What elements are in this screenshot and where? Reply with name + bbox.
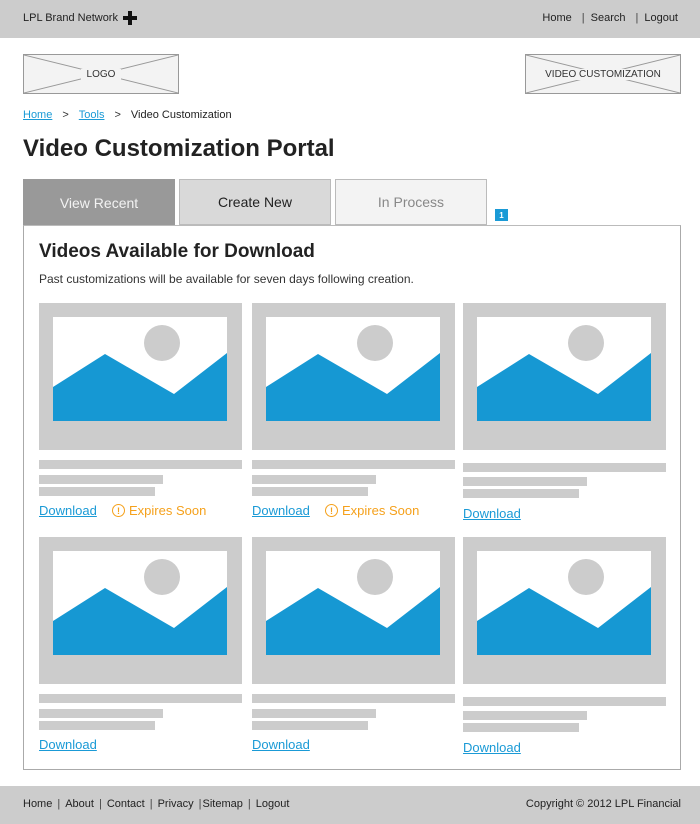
footer-nav: Home | About | Contact | Privacy | Sitem…: [23, 798, 289, 810]
copyright: Copyright © 2012 LPL Financial: [525, 798, 681, 810]
top-nav-home[interactable]: Home: [542, 12, 571, 24]
text-placeholder-bar: [463, 477, 587, 486]
title-placeholder-bar: [252, 460, 455, 469]
breadcrumb-home[interactable]: Home: [23, 109, 52, 121]
download-link[interactable]: Download: [252, 737, 310, 752]
plus-icon[interactable]: [123, 11, 137, 25]
tab-create-new[interactable]: Create New: [179, 179, 331, 225]
download-link[interactable]: Download: [463, 506, 521, 521]
breadcrumb-separator: >: [62, 109, 69, 121]
text-placeholder-bar: [463, 711, 587, 720]
text-placeholder-bar: [39, 721, 155, 730]
tab-label: Create New: [218, 194, 292, 210]
section-banner-placeholder: VIDEO CUSTOMIZATION: [525, 54, 681, 94]
top-nav-search[interactable]: Search: [591, 12, 626, 24]
videos-panel: Videos Available for Download Past custo…: [23, 225, 681, 770]
text-placeholder-bar: [39, 709, 163, 718]
title-placeholder-bar: [39, 694, 242, 703]
video-thumbnail[interactable]: [252, 537, 455, 684]
download-link[interactable]: Download: [39, 503, 97, 518]
separator: |: [57, 798, 61, 810]
brand-name: LPL Brand Network: [23, 12, 118, 24]
panel-title: Videos Available for Download: [39, 241, 315, 262]
text-placeholder-bar: [252, 709, 376, 718]
footer: Home | About | Contact | Privacy | Sitem…: [0, 786, 700, 824]
alert-circle-icon: !: [325, 504, 338, 517]
expires-soon-status: ! Expires Soon: [112, 503, 206, 518]
title-placeholder-bar: [39, 460, 242, 469]
separator: |: [247, 798, 251, 810]
download-link[interactable]: Download: [463, 740, 521, 755]
footer-link-about[interactable]: About: [65, 798, 94, 810]
breadcrumb-current: Video Customization: [130, 109, 232, 121]
section-banner-label: VIDEO CUSTOMIZATION: [539, 68, 667, 80]
image-placeholder-icon: [266, 559, 440, 655]
text-placeholder-bar: [463, 489, 579, 498]
separator: |: [581, 12, 585, 24]
download-link[interactable]: Download: [252, 503, 310, 518]
text-placeholder-bar: [252, 721, 368, 730]
separator: |: [635, 12, 639, 24]
video-thumbnail[interactable]: [252, 303, 455, 450]
top-bar: LPL Brand Network Home | Search | Logout: [0, 0, 700, 38]
image-placeholder-icon: [53, 559, 227, 655]
top-nav: Home | Search | Logout: [542, 12, 678, 24]
image-placeholder-icon: [266, 325, 440, 421]
breadcrumb-separator: >: [114, 109, 121, 121]
text-placeholder-bar: [252, 487, 368, 496]
footer-link-contact[interactable]: Contact: [107, 798, 145, 810]
breadcrumb-tools[interactable]: Tools: [79, 109, 105, 121]
page-title: Video Customization Portal: [23, 135, 335, 162]
video-thumbnail[interactable]: [39, 537, 242, 684]
image-placeholder-icon: [53, 325, 227, 421]
video-thumbnail[interactable]: [463, 303, 666, 450]
text-placeholder-bar: [39, 487, 155, 496]
logo-label: LOGO: [80, 68, 122, 80]
expires-label: Expires Soon: [129, 503, 207, 518]
image-placeholder-icon: [477, 559, 651, 655]
separator: |: [149, 798, 153, 810]
video-thumbnail[interactable]: [463, 537, 666, 684]
text-placeholder-bar: [463, 723, 579, 732]
tab-label: In Process: [377, 194, 445, 210]
footer-link-privacy[interactable]: Privacy: [158, 798, 194, 810]
download-link[interactable]: Download: [39, 737, 97, 752]
panel-description: Past customizations will be available fo…: [39, 272, 414, 286]
separator: |: [98, 798, 102, 810]
separator: |: [198, 798, 202, 810]
tab-in-process[interactable]: In Process: [335, 179, 487, 225]
text-placeholder-bar: [252, 475, 376, 484]
title-placeholder-bar: [463, 697, 666, 706]
title-placeholder-bar: [252, 694, 455, 703]
top-nav-logout[interactable]: Logout: [644, 12, 678, 24]
breadcrumb: Home > Tools > Video Customization: [23, 109, 232, 121]
logo-placeholder: LOGO: [23, 54, 179, 94]
alert-circle-icon: !: [112, 504, 125, 517]
text-placeholder-bar: [39, 475, 163, 484]
expires-soon-status: ! Expires Soon: [325, 503, 419, 518]
footer-link-sitemap[interactable]: Sitemap: [203, 798, 243, 810]
expires-label: Expires Soon: [342, 503, 420, 518]
footer-link-home[interactable]: Home: [23, 798, 52, 810]
footer-link-logout[interactable]: Logout: [256, 798, 290, 810]
title-placeholder-bar: [463, 463, 666, 472]
tab-label: View Recent: [59, 194, 139, 211]
image-placeholder-icon: [477, 325, 651, 421]
in-process-count-badge: 1: [495, 209, 508, 221]
tab-view-recent[interactable]: View Recent: [23, 179, 175, 226]
video-thumbnail[interactable]: [39, 303, 242, 450]
